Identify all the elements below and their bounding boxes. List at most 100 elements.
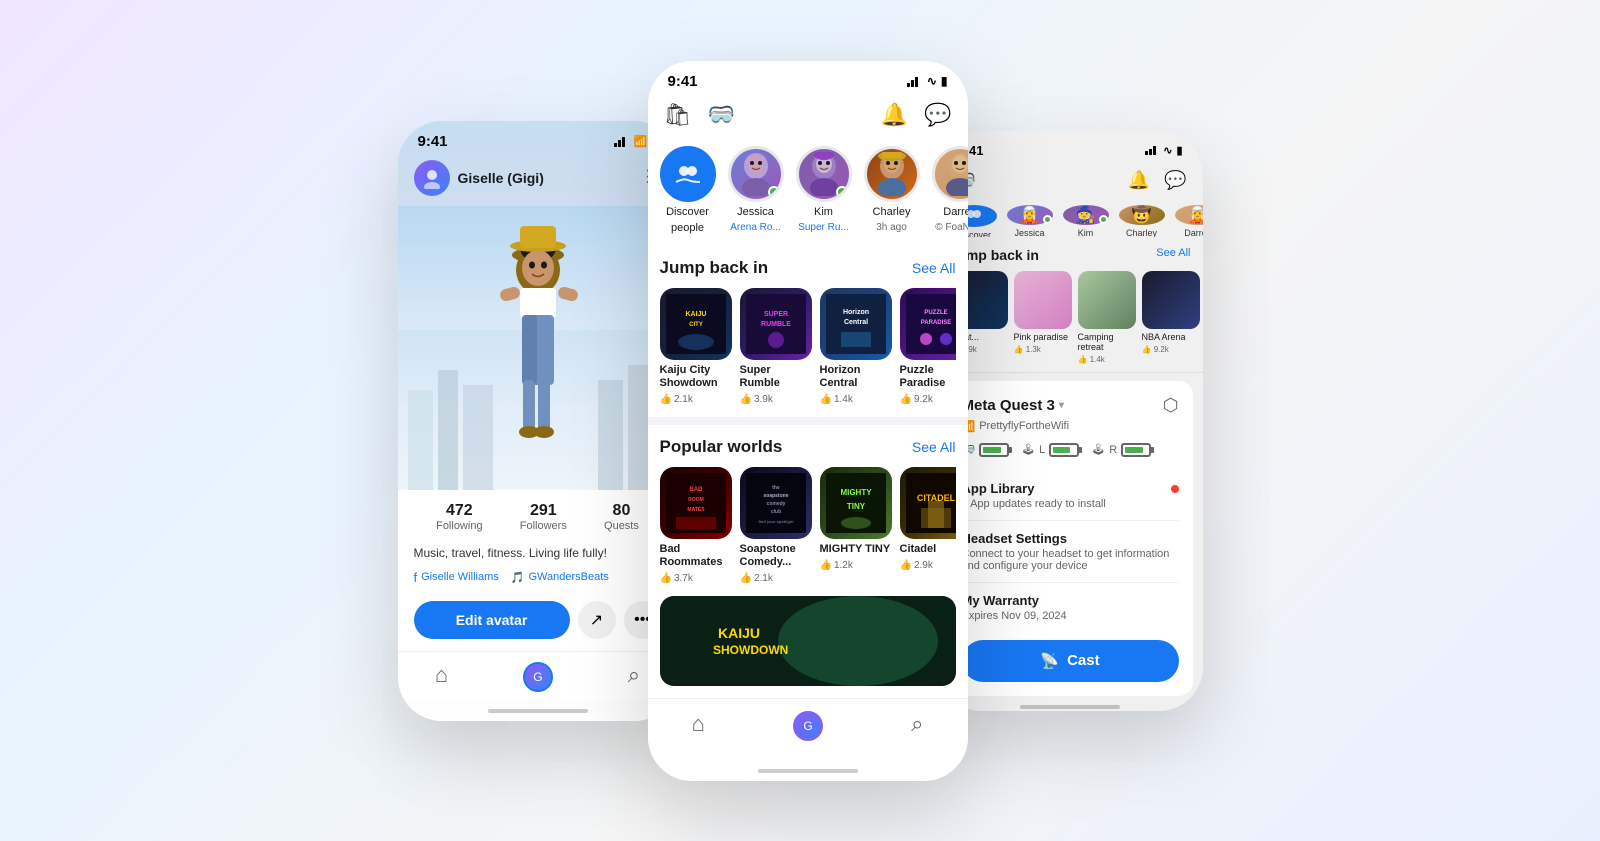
- facebook-link[interactable]: f Giselle Williams: [414, 570, 499, 585]
- game-horizon[interactable]: Horizon Central Horizon Central 👍 1.4k: [820, 288, 892, 405]
- jump-back-title: Jump back in: [660, 258, 769, 278]
- right-game-2[interactable]: Pink paradise 👍 1.3k: [1014, 271, 1072, 364]
- bell-icon[interactable]: 🔔: [881, 102, 908, 128]
- quest-wifi-info: 📶 PrettyflyFortheWifi: [962, 420, 1179, 433]
- home-icon-center: ⌂: [692, 711, 705, 736]
- followers-count: 291: [520, 502, 567, 520]
- bell-icon-right[interactable]: 🔔: [1128, 170, 1150, 191]
- cast-icon-small[interactable]: ⬡: [1163, 395, 1179, 416]
- horizon-likes-icon: 👍: [820, 394, 832, 405]
- kaiju-icon: KAIJU CITY: [660, 288, 732, 360]
- jessica-sub: Arena Ro...: [730, 222, 781, 233]
- warranty-text: My Warranty Expires Nov 09, 2024: [962, 593, 1067, 622]
- citadel-likes-icon: 👍: [900, 560, 912, 571]
- rumble-likes-icon: 👍: [740, 394, 752, 405]
- vr-icon[interactable]: 🥽: [707, 102, 734, 128]
- rumble-likes-count: 3.9k: [754, 394, 773, 405]
- left-controller-battery: 🕹 L: [1021, 443, 1079, 457]
- right-story-jessica[interactable]: 🧝 Jessica Arena Ro...: [1006, 205, 1054, 229]
- home-bar-right: [1020, 705, 1120, 709]
- right-kim-name: Kim: [1078, 228, 1094, 237]
- popular-worlds-see-all[interactable]: See All: [912, 439, 956, 455]
- quest-warranty[interactable]: My Warranty Expires Nov 09, 2024: [962, 583, 1179, 632]
- right-game-4-icon: [1142, 271, 1200, 329]
- quest-chevron[interactable]: ▾: [1059, 400, 1064, 411]
- chat-icon-right[interactable]: 💬: [1164, 170, 1186, 191]
- story-jessica[interactable]: Jessica Arena Ro...: [728, 146, 784, 234]
- darrell-sub: © FoaNa...: [935, 222, 967, 233]
- game-puzzle[interactable]: PUZZLE PARADISE Puzzle Paradise 👍 9.2k: [900, 288, 956, 405]
- stats-row: 472 Following 291 Followers 80 Quests: [398, 490, 678, 540]
- cast-button[interactable]: 📡 Cast: [962, 640, 1179, 682]
- bio-section: Music, travel, fitness. Living life full…: [398, 540, 678, 566]
- featured-banner[interactable]: KAIJU SHOWDOWN: [660, 596, 956, 686]
- charley-avatar: [864, 146, 920, 202]
- citadel-likes: 👍 2.9k: [900, 560, 956, 571]
- nav-search-left[interactable]: ⌕: [628, 662, 640, 692]
- right-game-4-name: NBA Arena: [1142, 332, 1200, 342]
- story-kim[interactable]: Kim Super Ru...: [796, 146, 852, 234]
- world-citadel[interactable]: CITADEL Citadel 👍 2.9k: [900, 467, 956, 584]
- darrell-avatar-svg: [942, 152, 968, 196]
- nav-home-left[interactable]: ⌂: [435, 662, 448, 692]
- share-button[interactable]: ↗: [578, 601, 616, 639]
- horizon-icon: Horizon Central: [820, 288, 892, 360]
- right-kim-emoji: 🧙: [1076, 205, 1096, 225]
- mighty-likes-count: 1.2k: [834, 560, 853, 571]
- nav-home-center[interactable]: ⌂: [692, 711, 705, 741]
- right-story-kim[interactable]: 🧙 Kim Super Ru...: [1062, 205, 1110, 229]
- right-game-4[interactable]: NBA Arena 👍 9.2k: [1142, 271, 1200, 364]
- story-darrell[interactable]: + Darrell © FoaNa...: [932, 146, 968, 234]
- world-bad-roommates[interactable]: BAD ROOM MATES Bad Roommates 👍 3.7k: [660, 467, 732, 584]
- right-kim-avatar: 🧙: [1063, 205, 1109, 225]
- game-kaiju[interactable]: KAIJU CITY Kaiju City Showdown 👍 2.1k: [660, 288, 732, 405]
- svg-text:CITY: CITY: [689, 322, 703, 328]
- right-story-darrell[interactable]: 🧝 + Darrell © FoaNa...: [1174, 205, 1203, 229]
- right-header: 🥽 🔔 💬: [938, 162, 1203, 199]
- jessica-online: [768, 186, 780, 198]
- edit-avatar-button[interactable]: Edit avatar: [414, 601, 570, 639]
- bad-likes: 👍 3.7k: [660, 573, 732, 584]
- app-library-sub: 5 App updates ready to install: [962, 498, 1106, 510]
- quest-app-library[interactable]: App Library 5 App updates ready to insta…: [962, 471, 1179, 521]
- music-link[interactable]: 🎵 GWandersBeats: [511, 570, 609, 585]
- game-rumble[interactable]: SUPER RUMBLE Super Rumble 👍 3.9k: [740, 288, 812, 405]
- world-mighty-tiny[interactable]: MIGHTY TINY MIGHTY TINY 👍 1.2k: [820, 467, 892, 584]
- right-game-3[interactable]: Camping retreat 👍 1.4k: [1078, 271, 1136, 364]
- headset-settings-text: Headset Settings Connect to your headset…: [962, 531, 1179, 572]
- rumble-art: SUPER RUMBLE: [740, 288, 812, 360]
- user-avatar-small: [414, 160, 450, 196]
- nav-search-center[interactable]: ⌕: [911, 711, 923, 741]
- left-phone: 9:41 📶 ▮ Giselle (Gig: [398, 121, 678, 721]
- chat-icon[interactable]: 💬: [924, 102, 951, 128]
- soap-likes-count: 2.1k: [754, 573, 773, 584]
- right-story-charley[interactable]: 🤠 Charley 3h ago: [1118, 205, 1166, 229]
- nav-avatar-left[interactable]: G: [523, 662, 553, 692]
- search-icon-center: ⌕: [911, 711, 923, 736]
- left-label: L: [1039, 444, 1045, 456]
- world-soapstone[interactable]: the soapstone comedy club find your spot…: [740, 467, 812, 584]
- puzzle-likes: 👍 9.2k: [900, 394, 956, 405]
- home-indicator-center: [648, 761, 968, 781]
- username-label: Giselle (Gigi): [458, 170, 544, 186]
- center-header: 🛍 🥽 🔔 💬: [648, 94, 968, 138]
- rumble-icon: SUPER RUMBLE: [740, 288, 812, 360]
- home-icon-left: ⌂: [435, 662, 448, 687]
- quest-headset-settings[interactable]: Headset Settings Connect to your headset…: [962, 521, 1179, 583]
- quest-wifi-name: PrettyflyFortheWifi: [979, 420, 1069, 432]
- story-charley[interactable]: Charley 3h ago: [864, 146, 920, 234]
- nav-avatar-center[interactable]: G: [793, 711, 823, 741]
- story-discover[interactable]: Discover people: [660, 146, 716, 234]
- right-controller-icon: 🕹: [1091, 443, 1105, 456]
- app-library-badge: [1171, 485, 1179, 493]
- signal-icon-right: [1145, 145, 1159, 155]
- right-jump-see-all[interactable]: See All: [1156, 247, 1190, 263]
- bag-icon[interactable]: 🛍: [664, 102, 692, 128]
- mighty-icon: MIGHTY TINY: [820, 467, 892, 539]
- headset-settings-title: Headset Settings: [962, 531, 1179, 546]
- discover-avatar: [660, 146, 716, 202]
- jump-back-see-all[interactable]: See All: [912, 260, 956, 276]
- bad-name: Bad Roommates: [660, 543, 732, 569]
- right-game-4-likes: 👍 9.2k: [1142, 345, 1200, 354]
- scroll-content[interactable]: Jump back in See All KAIJU CITY: [648, 246, 968, 698]
